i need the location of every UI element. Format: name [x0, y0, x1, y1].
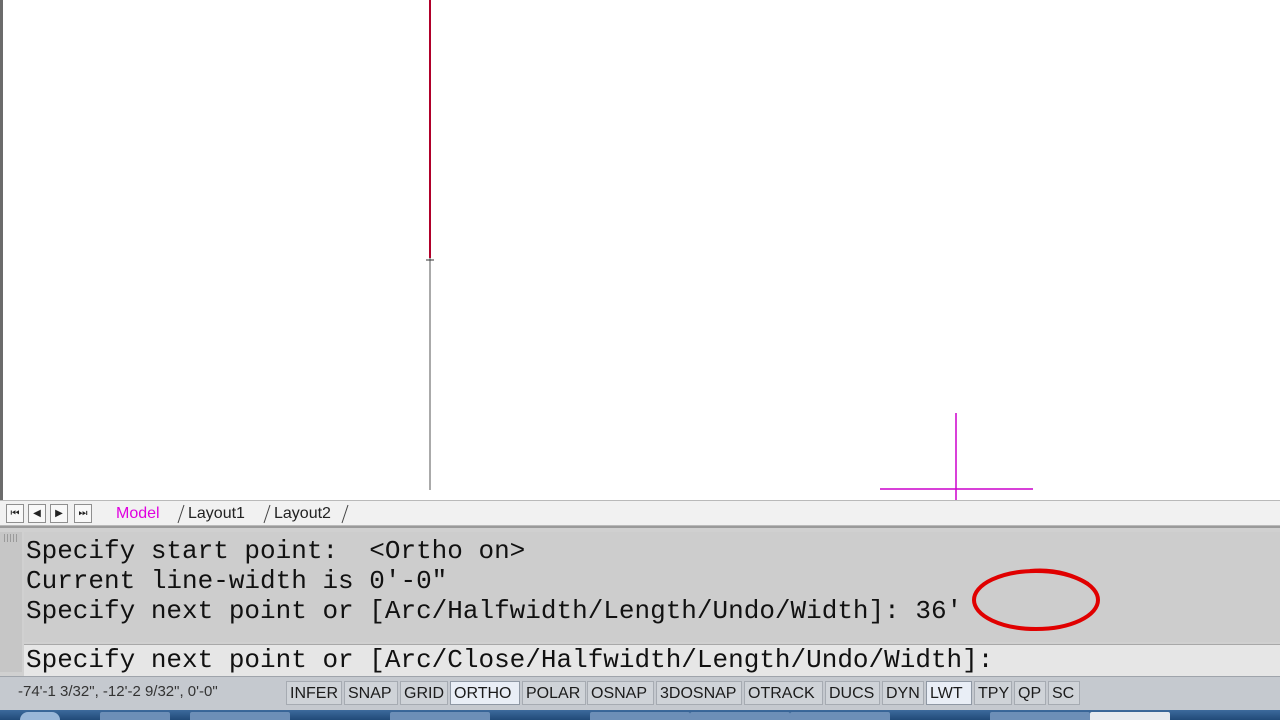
tab-edge-icon [263, 504, 271, 524]
status-toggle-polar[interactable]: POLAR [522, 681, 586, 705]
status-toggle-3dosnap[interactable]: 3DOSNAP [656, 681, 742, 705]
first-icon: ⏮ [10, 508, 20, 519]
drawing-canvas[interactable] [0, 0, 1280, 500]
prev-icon: ◀ [33, 508, 41, 519]
status-toggle-qp[interactable]: QP [1014, 681, 1046, 705]
layout-tab-bar: ⏮ ◀ ▶ ⏭ Model Layout1 Layout2 [0, 500, 1280, 526]
taskbar-item[interactable] [790, 712, 890, 720]
next-icon: ▶ [55, 508, 63, 519]
history-line: Specify start point: <Ortho on> [26, 536, 526, 566]
start-button[interactable] [20, 712, 60, 720]
command-input[interactable]: Specify next point or [Arc/Close/Halfwid… [24, 644, 1280, 678]
status-toggle-sc[interactable]: SC [1048, 681, 1080, 705]
status-toggle-ortho[interactable]: ORTHO [450, 681, 520, 705]
status-toggle-ducs[interactable]: DUCS [825, 681, 880, 705]
status-bar: -74'-1 3/32", -12'-2 9/32", 0'-0" INFER S… [0, 676, 1280, 710]
status-toggle-osnap[interactable]: OSNAP [587, 681, 654, 705]
coordinate-readout[interactable]: -74'-1 3/32", -12'-2 9/32", 0'-0" [18, 683, 218, 700]
windows-taskbar [0, 710, 1280, 720]
status-toggle-lwt[interactable]: LWT [926, 681, 972, 705]
status-toggle-grid[interactable]: GRID [400, 681, 448, 705]
last-icon: ⏭ [78, 508, 88, 519]
tab-layout2[interactable]: Layout2 [262, 503, 349, 525]
status-toggle-tpy[interactable]: TPY [974, 681, 1012, 705]
taskbar-item[interactable] [390, 712, 490, 720]
tab-layout2-label: Layout2 [274, 505, 331, 522]
taskbar-item[interactable] [100, 712, 170, 720]
last-tab-button[interactable]: ⏭ [74, 504, 92, 523]
status-toggle-otrack[interactable]: OTRACK [744, 681, 823, 705]
status-toggle-snap[interactable]: SNAP [344, 681, 398, 705]
taskbar-item[interactable] [190, 712, 290, 720]
history-line: Current line-width is 0'-0" [26, 566, 448, 596]
command-window-grip[interactable] [0, 532, 22, 672]
tab-model-label: Model [116, 505, 160, 522]
tab-edge-icon [341, 504, 349, 524]
tab-edge-icon [177, 504, 185, 524]
taskbar-item[interactable] [990, 712, 1090, 720]
drawing-svg [426, 0, 1033, 500]
history-scrollbar[interactable] [1272, 532, 1280, 642]
prev-tab-button[interactable]: ◀ [28, 504, 46, 523]
command-prompt: Specify next point or [Arc/Close/Halfwid… [26, 645, 994, 675]
history-line: Specify next point or [Arc/Halfwidth/Len… [26, 596, 963, 626]
status-toggle-infer[interactable]: INFER [286, 681, 342, 705]
tab-model[interactable]: Model [108, 503, 160, 525]
first-tab-button[interactable]: ⏮ [6, 504, 24, 523]
taskbar-item[interactable] [690, 712, 790, 720]
tab-layout1-label: Layout1 [188, 505, 245, 522]
next-tab-button[interactable]: ▶ [50, 504, 68, 523]
tab-layout1[interactable]: Layout1 [176, 503, 245, 525]
taskbar-item[interactable] [1090, 712, 1170, 720]
annotation-circle [972, 568, 1100, 631]
taskbar-item[interactable] [590, 712, 690, 720]
status-toggle-dyn[interactable]: DYN [882, 681, 924, 705]
